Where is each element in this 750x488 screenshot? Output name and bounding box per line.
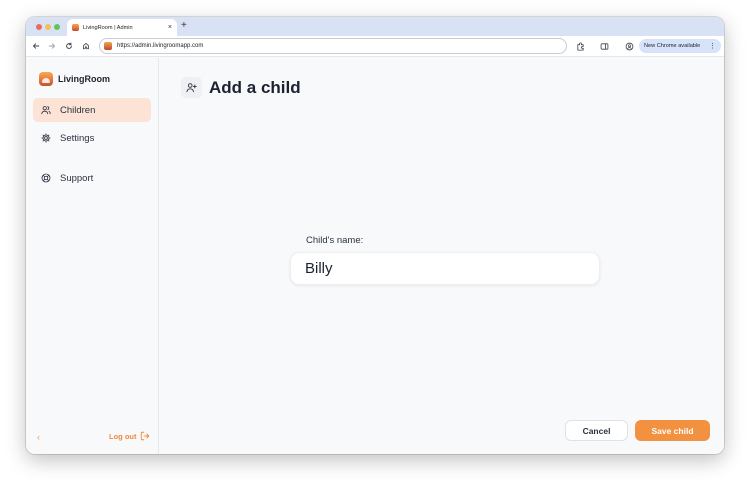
sidebar-item-label: Settings bbox=[60, 132, 95, 144]
child-name-label: Child's name: bbox=[306, 235, 364, 246]
app-root: LivingRoom Children Settings Support ‹ L… bbox=[26, 58, 724, 454]
collapse-sidebar-button[interactable]: ‹ bbox=[37, 432, 40, 442]
logout-icon bbox=[140, 431, 149, 441]
main-content: Add a child Child's name: Cancel Save ch… bbox=[160, 58, 724, 454]
reload-icon[interactable] bbox=[63, 40, 75, 52]
reading-list-icon[interactable] bbox=[598, 40, 610, 52]
new-tab-button[interactable]: + bbox=[181, 20, 187, 32]
tab-close-icon[interactable]: × bbox=[168, 24, 172, 31]
profile-icon[interactable] bbox=[623, 40, 635, 52]
extensions-icon[interactable] bbox=[574, 40, 586, 52]
logout-label: Log out bbox=[109, 431, 137, 441]
browser-tab[interactable]: LivingRoom | Admin × bbox=[67, 19, 177, 36]
sidebar-item-label: Support bbox=[60, 172, 94, 184]
update-chrome-button[interactable]: New Chrome available ⋮ bbox=[639, 39, 721, 53]
address-bar[interactable]: https://admin.livingroomapp.com bbox=[99, 38, 567, 54]
brand[interactable]: LivingRoom bbox=[39, 72, 110, 86]
browser-window: LivingRoom | Admin × + https://admin.liv… bbox=[26, 17, 724, 454]
sidebar-item-settings[interactable]: Settings bbox=[33, 126, 151, 150]
update-label: New Chrome available bbox=[644, 43, 701, 49]
sidebar-item-support[interactable]: Support bbox=[33, 166, 151, 190]
close-window-button[interactable] bbox=[36, 24, 42, 30]
tab-strip: LivingRoom | Admin × + bbox=[26, 17, 724, 36]
logout-button[interactable]: Log out bbox=[109, 431, 150, 441]
add-user-icon bbox=[181, 77, 202, 98]
page-title: Add a child bbox=[209, 78, 301, 97]
sidebar-item-label: Children bbox=[60, 104, 96, 116]
forward-arrow-icon[interactable] bbox=[46, 40, 58, 52]
gear-icon bbox=[41, 133, 51, 143]
favicon-icon bbox=[72, 24, 79, 31]
save-child-button[interactable]: Save child bbox=[635, 420, 710, 441]
users-icon bbox=[41, 106, 51, 115]
livingroom-logo-icon bbox=[39, 72, 53, 86]
tab-title: LivingRoom | Admin bbox=[83, 24, 133, 31]
cancel-button[interactable]: Cancel bbox=[565, 420, 628, 441]
brand-name: LivingRoom bbox=[58, 74, 110, 84]
back-arrow-icon[interactable] bbox=[30, 40, 42, 52]
lifebuoy-icon bbox=[41, 173, 51, 183]
maximize-window-button[interactable] bbox=[54, 24, 60, 30]
browser-toolbar: https://admin.livingroomapp.com New Chro… bbox=[26, 36, 724, 57]
sidebar: LivingRoom Children Settings Support ‹ L… bbox=[26, 58, 159, 454]
url-text: https://admin.livingroomapp.com bbox=[117, 43, 204, 49]
home-icon[interactable] bbox=[80, 40, 92, 52]
minimize-window-button[interactable] bbox=[45, 24, 51, 30]
sidebar-item-children[interactable]: Children bbox=[33, 98, 151, 122]
browser-menu-icon[interactable]: ⋮ bbox=[709, 43, 716, 50]
child-name-input[interactable] bbox=[290, 252, 600, 285]
site-favicon-icon bbox=[104, 42, 112, 50]
